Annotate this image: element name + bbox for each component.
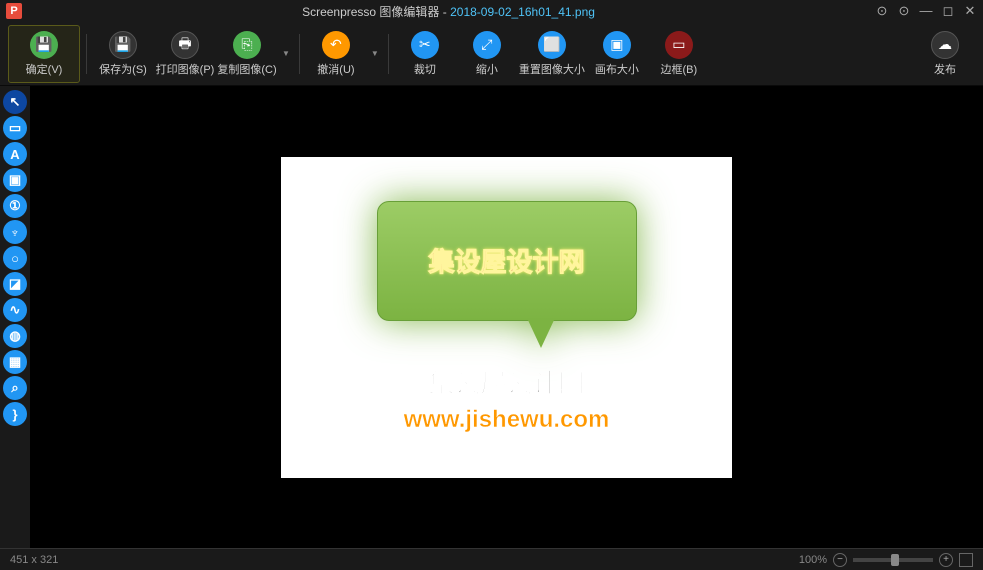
canvas-viewport[interactable]: 集设屋设计网 集设屋设计网 www.jishewu.com (30, 86, 983, 548)
zoom-in-button[interactable]: + (939, 553, 953, 567)
print-icon: 🖶 (171, 31, 199, 59)
cloud-upload-icon: ☁ (931, 31, 959, 59)
undo-dropdown[interactable]: ▼ (368, 49, 382, 58)
magnify-tool-icon[interactable]: ⌕ (3, 376, 27, 400)
blur-tool-icon[interactable]: ◍ (3, 324, 27, 348)
zoom-slider[interactable] (853, 558, 933, 562)
rectangle-tool-icon[interactable]: ▭ (3, 116, 27, 140)
back-icon[interactable]: ⊙ (875, 3, 889, 19)
separator (299, 34, 300, 74)
confirm-button[interactable]: 💾 确定(V) (8, 25, 80, 83)
close-icon[interactable]: ✕ (963, 3, 977, 19)
speech-bubble-tool-icon[interactable]: ▣ (3, 168, 27, 192)
window-controls: ⊙ ⊙ — ◻ ✕ (875, 3, 977, 19)
zoom-controls: 100% − + (799, 553, 973, 567)
resize-icon: ⤢ (473, 31, 501, 59)
copy-button[interactable]: ⎘ 复制图像(C) (217, 25, 277, 83)
freehand-tool-icon[interactable]: ∿ (3, 298, 27, 322)
maximize-icon[interactable]: ◻ (941, 3, 955, 19)
caption-text-2: www.jishewu.com (404, 406, 610, 434)
titlebar: P Screenpresso 图像编辑器 - 2018-09-02_16h01_… (0, 0, 983, 22)
tool-sidebar: ↖ ▭ A ▣ ① ♆ ○ ◪ ∿ ◍ ▦ ⌕ } (0, 86, 30, 548)
canvas-size-icon: ▣ (603, 31, 631, 59)
caption-text-1: 集设屋设计网 (428, 363, 584, 400)
ellipse-tool-icon[interactable]: ○ (3, 246, 27, 270)
zoom-out-button[interactable]: − (833, 553, 847, 567)
zoom-level: 100% (799, 554, 827, 566)
print-button[interactable]: 🖶 打印图像(P) (155, 25, 215, 83)
text-tool-icon[interactable]: A (3, 142, 27, 166)
save-as-button[interactable]: 💾 保存为(S) (93, 25, 153, 83)
canvas-size-button[interactable]: ▣ 画布大小 (587, 25, 647, 83)
crop-button[interactable]: ✂ 裁切 (395, 25, 455, 83)
number-tool-icon[interactable]: ① (3, 194, 27, 218)
highlight-tool-icon[interactable]: ♆ (3, 220, 27, 244)
speech-text: 集设屋设计网 (428, 242, 584, 279)
copy-dropdown[interactable]: ▼ (279, 49, 293, 58)
image-tool-icon[interactable]: ▦ (3, 350, 27, 374)
polygon-tool-icon[interactable]: ◪ (3, 272, 27, 296)
reset-size-button[interactable]: ⬜ 重置图像大小 (519, 25, 585, 83)
statusbar: 451 x 321 100% − + (0, 548, 983, 570)
separator (86, 34, 87, 74)
main-area: ↖ ▭ A ▣ ① ♆ ○ ◪ ∿ ◍ ▦ ⌕ } 集设屋设计网 集设屋设计网 … (0, 86, 983, 548)
window-title: Screenpresso 图像编辑器 - 2018-09-02_16h01_41… (22, 3, 875, 20)
copy-icon: ⎘ (233, 31, 261, 59)
resize-button[interactable]: ⤢ 缩小 (457, 25, 517, 83)
fit-screen-button[interactable] (959, 553, 973, 567)
speech-bubble: 集设屋设计网 (377, 201, 637, 321)
publish-button[interactable]: ☁ 发布 (915, 25, 975, 83)
main-toolbar: 💾 确定(V) 💾 保存为(S) 🖶 打印图像(P) ⎘ 复制图像(C) ▼ ↶… (0, 22, 983, 86)
separator (388, 34, 389, 74)
dimensions-label: 451 x 321 (10, 554, 58, 566)
file-name: 2018-09-02_16h01_41.png (450, 5, 595, 19)
save-icon: 💾 (30, 31, 58, 59)
undo-button[interactable]: ↶ 撤消(U) (306, 25, 366, 83)
minimize-icon[interactable]: — (919, 3, 933, 19)
zoom-slider-thumb[interactable] (891, 554, 899, 566)
app-name: Screenpresso 图像编辑器 (302, 5, 439, 19)
cursor-tool-icon[interactable]: ↖ (3, 90, 27, 114)
undo-icon: ↶ (322, 31, 350, 59)
border-button[interactable]: ▭ 边框(B) (649, 25, 709, 83)
border-icon: ▭ (665, 31, 693, 59)
app-logo-icon: P (6, 3, 22, 19)
crop-icon: ✂ (411, 31, 439, 59)
save-as-icon: 💾 (109, 31, 137, 59)
brace-tool-icon[interactable]: } (3, 402, 27, 426)
forward-icon[interactable]: ⊙ (897, 3, 911, 19)
canvas-content: 集设屋设计网 集设屋设计网 www.jishewu.com (281, 157, 732, 478)
reset-size-icon: ⬜ (538, 31, 566, 59)
